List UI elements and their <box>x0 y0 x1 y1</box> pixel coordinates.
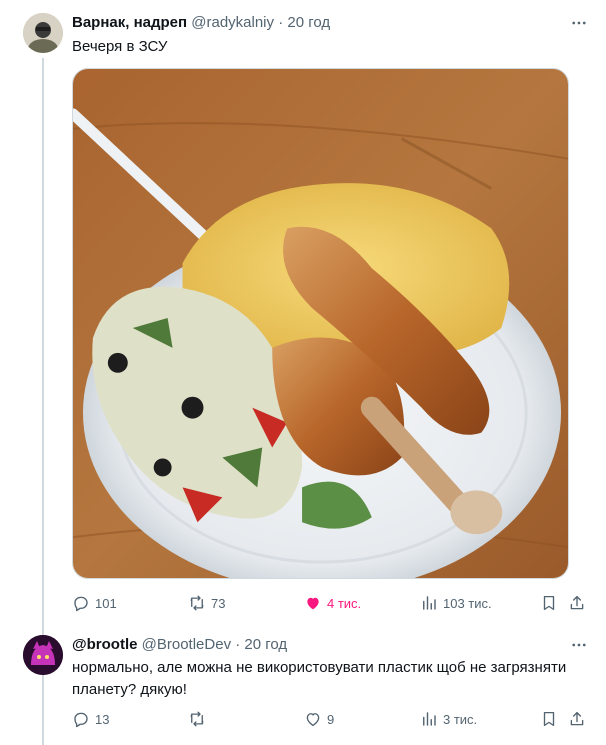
more-icon <box>572 21 586 25</box>
bookmark-button[interactable] <box>540 593 558 613</box>
like-button[interactable]: 9 <box>304 709 334 729</box>
views-icon <box>423 712 436 726</box>
tweet-photo[interactable] <box>72 68 569 579</box>
views-button[interactable]: 3 тис. <box>420 709 477 729</box>
tweet-text-line: планету? дякую! <box>72 681 187 698</box>
tweet-text-line: нормально, але можна не використовувати … <box>72 659 567 676</box>
views-button[interactable]: 103 тис. <box>420 593 492 613</box>
food-plate-image <box>73 69 568 578</box>
avatar[interactable] <box>23 13 63 53</box>
tweet-actions: 101 73 4 тис. 103 тис. <box>72 593 594 613</box>
author-handle[interactable]: @radykalniy <box>191 14 274 31</box>
tweet-text: Вечеря в ЗСУ <box>72 38 168 55</box>
author-handle[interactable]: @BrootleDev <box>142 636 231 653</box>
share-icon <box>570 595 584 610</box>
avatar[interactable] <box>23 635 63 675</box>
like-count: 9 <box>327 711 335 727</box>
separator-dot: · <box>235 636 241 653</box>
bookmark-button[interactable] <box>540 709 558 729</box>
reply-icon <box>74 712 88 728</box>
like-count: 4 тис. <box>327 595 362 611</box>
retweet-icon <box>190 711 204 727</box>
reply-count: 101 <box>95 595 117 611</box>
share-icon <box>570 711 584 726</box>
separator-dot: · <box>278 14 284 31</box>
tweet-time[interactable]: 20 год <box>287 14 330 31</box>
share-button[interactable] <box>568 593 586 613</box>
retweet-icon <box>190 595 204 611</box>
like-button[interactable]: 4 тис. <box>304 593 361 613</box>
retweet-button[interactable]: 73 <box>188 593 225 613</box>
more-icon <box>572 643 586 647</box>
reply-button[interactable]: 101 <box>72 593 117 613</box>
author-name[interactable]: @brootle <box>72 636 137 653</box>
bookmark-icon <box>543 595 555 611</box>
tweet-header: Варнак, надреп @radykalniy · 20 год <box>72 13 330 33</box>
views-icon <box>423 596 436 610</box>
retweet-count: 73 <box>211 595 226 611</box>
reply-count: 13 <box>95 711 110 727</box>
tweet-time[interactable]: 20 год <box>244 636 287 653</box>
like-icon <box>306 713 320 727</box>
share-button[interactable] <box>568 709 586 729</box>
tweet-header: @brootle @BrootleDev · 20 год <box>72 635 287 655</box>
like-icon <box>307 597 319 610</box>
views-count: 3 тис. <box>443 711 478 727</box>
author-name[interactable]: Варнак, надреп <box>72 14 187 31</box>
tweet-text: нормально, але можна не використовувати … <box>72 657 566 701</box>
more-button[interactable] <box>568 13 590 33</box>
more-button[interactable] <box>568 635 590 655</box>
reply-icon <box>74 596 88 612</box>
views-count: 103 тис. <box>443 595 492 611</box>
tweet-actions: 13 9 3 тис. <box>72 709 594 729</box>
retweet-button[interactable] <box>188 709 211 729</box>
reply-button[interactable]: 13 <box>72 709 109 729</box>
bookmark-icon <box>543 711 555 727</box>
